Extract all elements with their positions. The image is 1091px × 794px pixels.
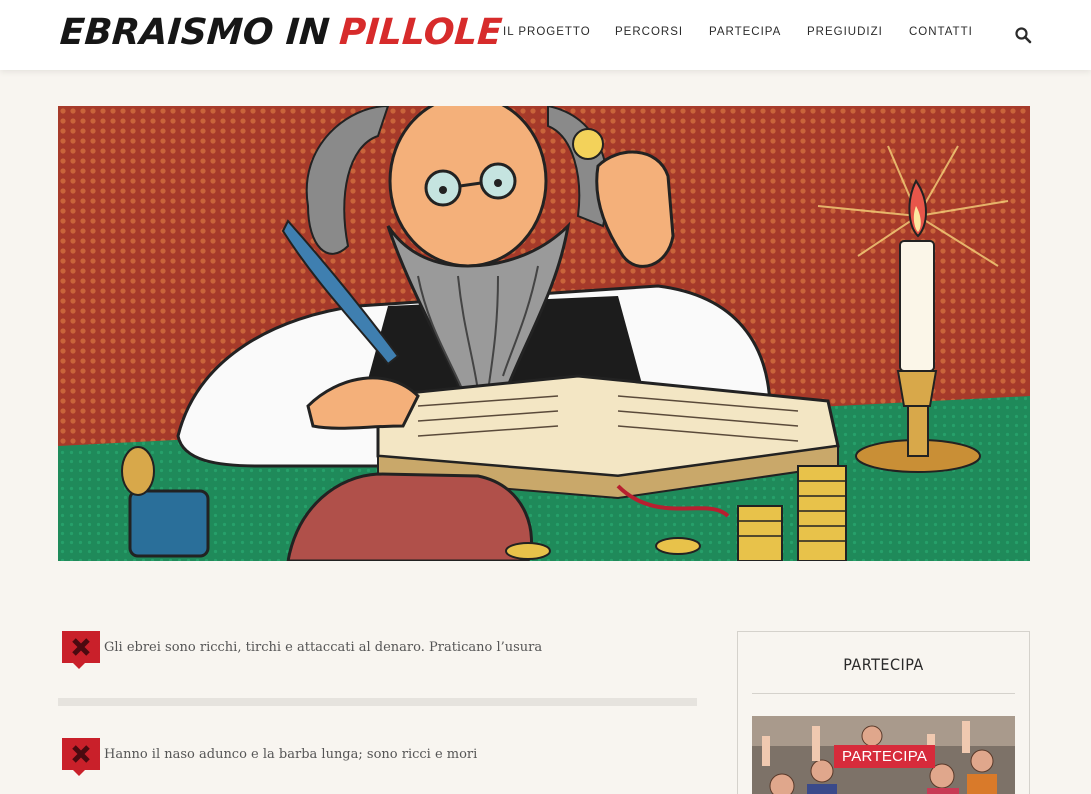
nav-item-pregiudizi[interactable]: PREGIUDIZI [807, 26, 883, 42]
nav-item-contatti[interactable]: CONTATTI [909, 26, 973, 42]
partecipa-button[interactable]: PARTECIPA [834, 745, 936, 768]
prejudice-item[interactable]: Gli ebrei sono ricchi, tirchi e attaccat… [58, 631, 698, 671]
prejudice-text[interactable]: Hanno il naso adunco e la barba lunga; s… [104, 747, 477, 762]
x-icon[interactable] [62, 738, 100, 776]
site-logo[interactable]: EBRAISMO IN PILLOLE [58, 10, 504, 56]
search-icon[interactable] [1014, 26, 1032, 44]
prejudice-item[interactable]: Hanno il naso adunco e la barba lunga; s… [58, 738, 698, 778]
sidebar-widget-partecipa: PARTECIPA PARTECIPA [737, 631, 1030, 794]
logo-text-part2: PILLOLE [338, 12, 504, 53]
hero-illustration [58, 106, 1030, 561]
widget-divider [752, 693, 1015, 694]
nav-item-partecipa[interactable]: PARTECIPA [709, 26, 781, 42]
nav-item-il-progetto[interactable]: IL PROGETTO [503, 26, 591, 42]
logo-text-part1: EBRAISMO IN [58, 12, 331, 53]
prejudice-text[interactable]: Gli ebrei sono ricchi, tirchi e attaccat… [104, 640, 542, 655]
site-header: EBRAISMO IN PILLOLE IL PROGETTO PERCORSI … [0, 0, 1091, 70]
separator [58, 698, 697, 706]
partecipa-banner-image[interactable]: PARTECIPA [752, 716, 1015, 794]
x-icon[interactable] [62, 631, 100, 669]
widget-title: PARTECIPA [843, 655, 924, 674]
nav-item-percorsi[interactable]: PERCORSI [615, 26, 683, 42]
